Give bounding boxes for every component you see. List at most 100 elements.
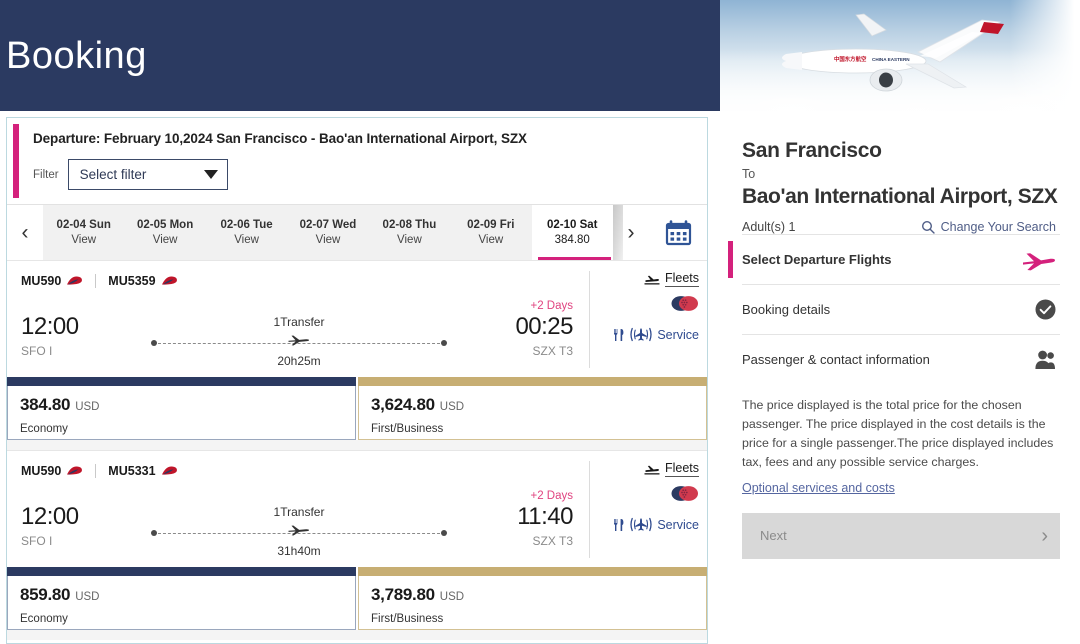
fleets-button[interactable]: Fleets: [644, 271, 699, 287]
sidebar-step-booking-details[interactable]: Booking details: [742, 284, 1060, 334]
sidebar-step-passenger-info[interactable]: Passenger & contact information: [742, 334, 1060, 384]
fare-option-economy[interactable]: 859.80 USD Economy: [7, 567, 356, 630]
svg-text:中国东方航空: 中国东方航空: [834, 55, 867, 63]
fare-amount: 3,789.80: [371, 585, 435, 604]
flight-number[interactable]: MU5331: [108, 464, 177, 478]
date-tab-value: View: [152, 234, 178, 246]
china-eastern-logo-icon: [67, 465, 83, 475]
flight-number[interactable]: MU590: [21, 274, 83, 288]
fleets-icon: [644, 465, 660, 474]
change-search-button[interactable]: Change Your Search: [921, 220, 1056, 234]
booking-page: Booking 中国东方航空 CHINA EASTERN Departure: …: [0, 0, 1080, 644]
flight-number[interactable]: MU590: [21, 464, 83, 478]
optional-services-link[interactable]: Optional services and costs: [742, 481, 895, 495]
date-tab-02-09-fri[interactable]: 02-09 Fri View: [450, 205, 531, 260]
fare-cap: [7, 377, 356, 386]
destination-airport: Bao'an International Airport, SZX: [742, 185, 1058, 209]
china-eastern-logo-icon: [161, 465, 177, 475]
date-tab-02-04-sun[interactable]: 02-04 Sun View: [43, 205, 124, 260]
price-disclaimer: The price displayed is the total price f…: [742, 398, 1054, 469]
booking-sidebar: San Francisco To Bao'an International Ai…: [714, 117, 1074, 644]
aircraft-type-badge-icon: [671, 486, 698, 501]
departure-block: 12:00 SFO I: [21, 489, 141, 548]
aircraft-badge: [670, 485, 699, 507]
filter-select[interactable]: Select filter: [67, 159, 228, 190]
date-tab-date: 02-05 Mon: [137, 219, 194, 231]
service-button[interactable]: Service: [612, 327, 699, 342]
flight-row: MU590 MU5331 12:00 SFO I 1Transfer 31h40m +2 D…: [7, 450, 707, 640]
step-accent-bar: [728, 241, 733, 279]
tab-fold: [612, 205, 623, 260]
sidebar-step-select-flights[interactable]: Select Departure Flights: [728, 234, 1060, 284]
date-tab-02-10-sat[interactable]: 02-10 Sat 384.80: [531, 205, 623, 260]
to-label: To: [742, 167, 756, 182]
plus-days-badge: +2 Days: [530, 490, 573, 502]
date-tab-02-08-thu[interactable]: 02-08 Thu View: [369, 205, 450, 260]
filter-label: Filter: [33, 168, 59, 181]
route-dot-destination: [441, 530, 447, 536]
calendar-button[interactable]: [649, 205, 707, 260]
date-tab-value: View: [315, 234, 341, 246]
route-summary: 12:00 SFO I 1Transfer 20h25m +2 Days 00:25 SZX…: [21, 299, 577, 368]
flight-number[interactable]: MU5359: [108, 274, 177, 288]
date-selector-strip: ‹ 02-04 Sun View 02-05 Mon View 02-06 Tue Vie…: [7, 204, 707, 260]
route-dot-destination: [441, 340, 447, 346]
date-tab-02-06-tue[interactable]: 02-06 Tue View: [206, 205, 287, 260]
transfer-count: 1Transfer: [273, 315, 325, 329]
chevron-right-icon: ›: [627, 221, 635, 244]
person-icon: [1035, 350, 1055, 370]
flight-list: MU590 MU5359 12:00 SFO I 1Transfer 20h25m +2 D…: [7, 260, 707, 640]
arrival-airport: SZX T3: [532, 344, 573, 359]
next-button[interactable]: Next ›: [742, 512, 1060, 559]
date-tab-date: 02-09 Fri: [467, 219, 515, 231]
divider: [95, 274, 97, 288]
fleets-label: Fleets: [664, 271, 699, 287]
fare-cabin: First/Business: [371, 423, 444, 435]
route-plane-icon: [288, 525, 309, 536]
card-gap: [7, 630, 707, 640]
fleets-button[interactable]: Fleets: [644, 461, 699, 477]
fare-currency: USD: [75, 401, 100, 413]
route-dot-origin: [151, 530, 157, 536]
flight-results-card: Departure: February 10,2024 San Francisc…: [6, 117, 708, 644]
fare-option-business[interactable]: 3,624.80 USD First/Business: [358, 377, 707, 440]
step-label: Select Departure Flights: [742, 252, 892, 268]
fare-cap: [7, 567, 356, 576]
date-tab-date: 02-04 Sun: [56, 219, 111, 231]
flight-duration: 31h40m: [277, 544, 321, 558]
check-circle-icon: [1035, 299, 1056, 320]
date-tab-02-07-wed[interactable]: 02-07 Wed View: [287, 205, 368, 260]
svg-text:CHINA EASTERN: CHINA EASTERN: [872, 57, 910, 62]
photo-fade: [1010, 0, 1080, 111]
next-button-label: Next: [760, 528, 787, 544]
card-gap: [7, 440, 707, 450]
date-tab-value: View: [234, 234, 259, 246]
flight-numbers: MU590 MU5331: [21, 461, 577, 481]
inflight-wifi-icon: [630, 327, 652, 342]
date-tab-02-05-mon[interactable]: 02-05 Mon View: [124, 205, 205, 260]
fare-cabin: First/Business: [371, 613, 444, 625]
fare-cabin: Economy: [20, 423, 68, 435]
fare-currency: USD: [439, 591, 465, 603]
date-tab-value: View: [478, 234, 504, 246]
fare-option-economy[interactable]: 384.80 USD Economy: [7, 377, 356, 440]
plane-icon: [1023, 253, 1055, 271]
arrival-block: +2 Days 11:40 SZX T3: [457, 489, 577, 548]
chevron-left-icon: ‹: [21, 221, 29, 244]
booking-sidebar-column: San Francisco To Bao'an International Ai…: [714, 111, 1080, 644]
departure-summary: Departure: February 10,2024 San Francisc…: [33, 131, 527, 146]
plus-days-badge: +2 Days: [530, 300, 573, 312]
date-tab-value: View: [397, 234, 422, 246]
fleets-label: Fleets: [664, 461, 699, 477]
china-eastern-logo-icon: [67, 275, 83, 285]
arrival-time: 11:40: [517, 503, 573, 530]
step-label: Passenger & contact information: [742, 352, 930, 368]
service-button[interactable]: Service: [612, 517, 699, 532]
fare-currency: USD: [439, 401, 465, 413]
prev-dates-button[interactable]: ‹: [7, 205, 43, 260]
service-label: Service: [657, 517, 699, 532]
fare-currency: USD: [75, 591, 100, 603]
fare-option-business[interactable]: 3,789.80 USD First/Business: [358, 567, 707, 630]
aircraft-photo-icon: 中国东方航空 CHINA EASTERN: [782, 13, 1004, 92]
calendar-icon: [665, 219, 691, 245]
